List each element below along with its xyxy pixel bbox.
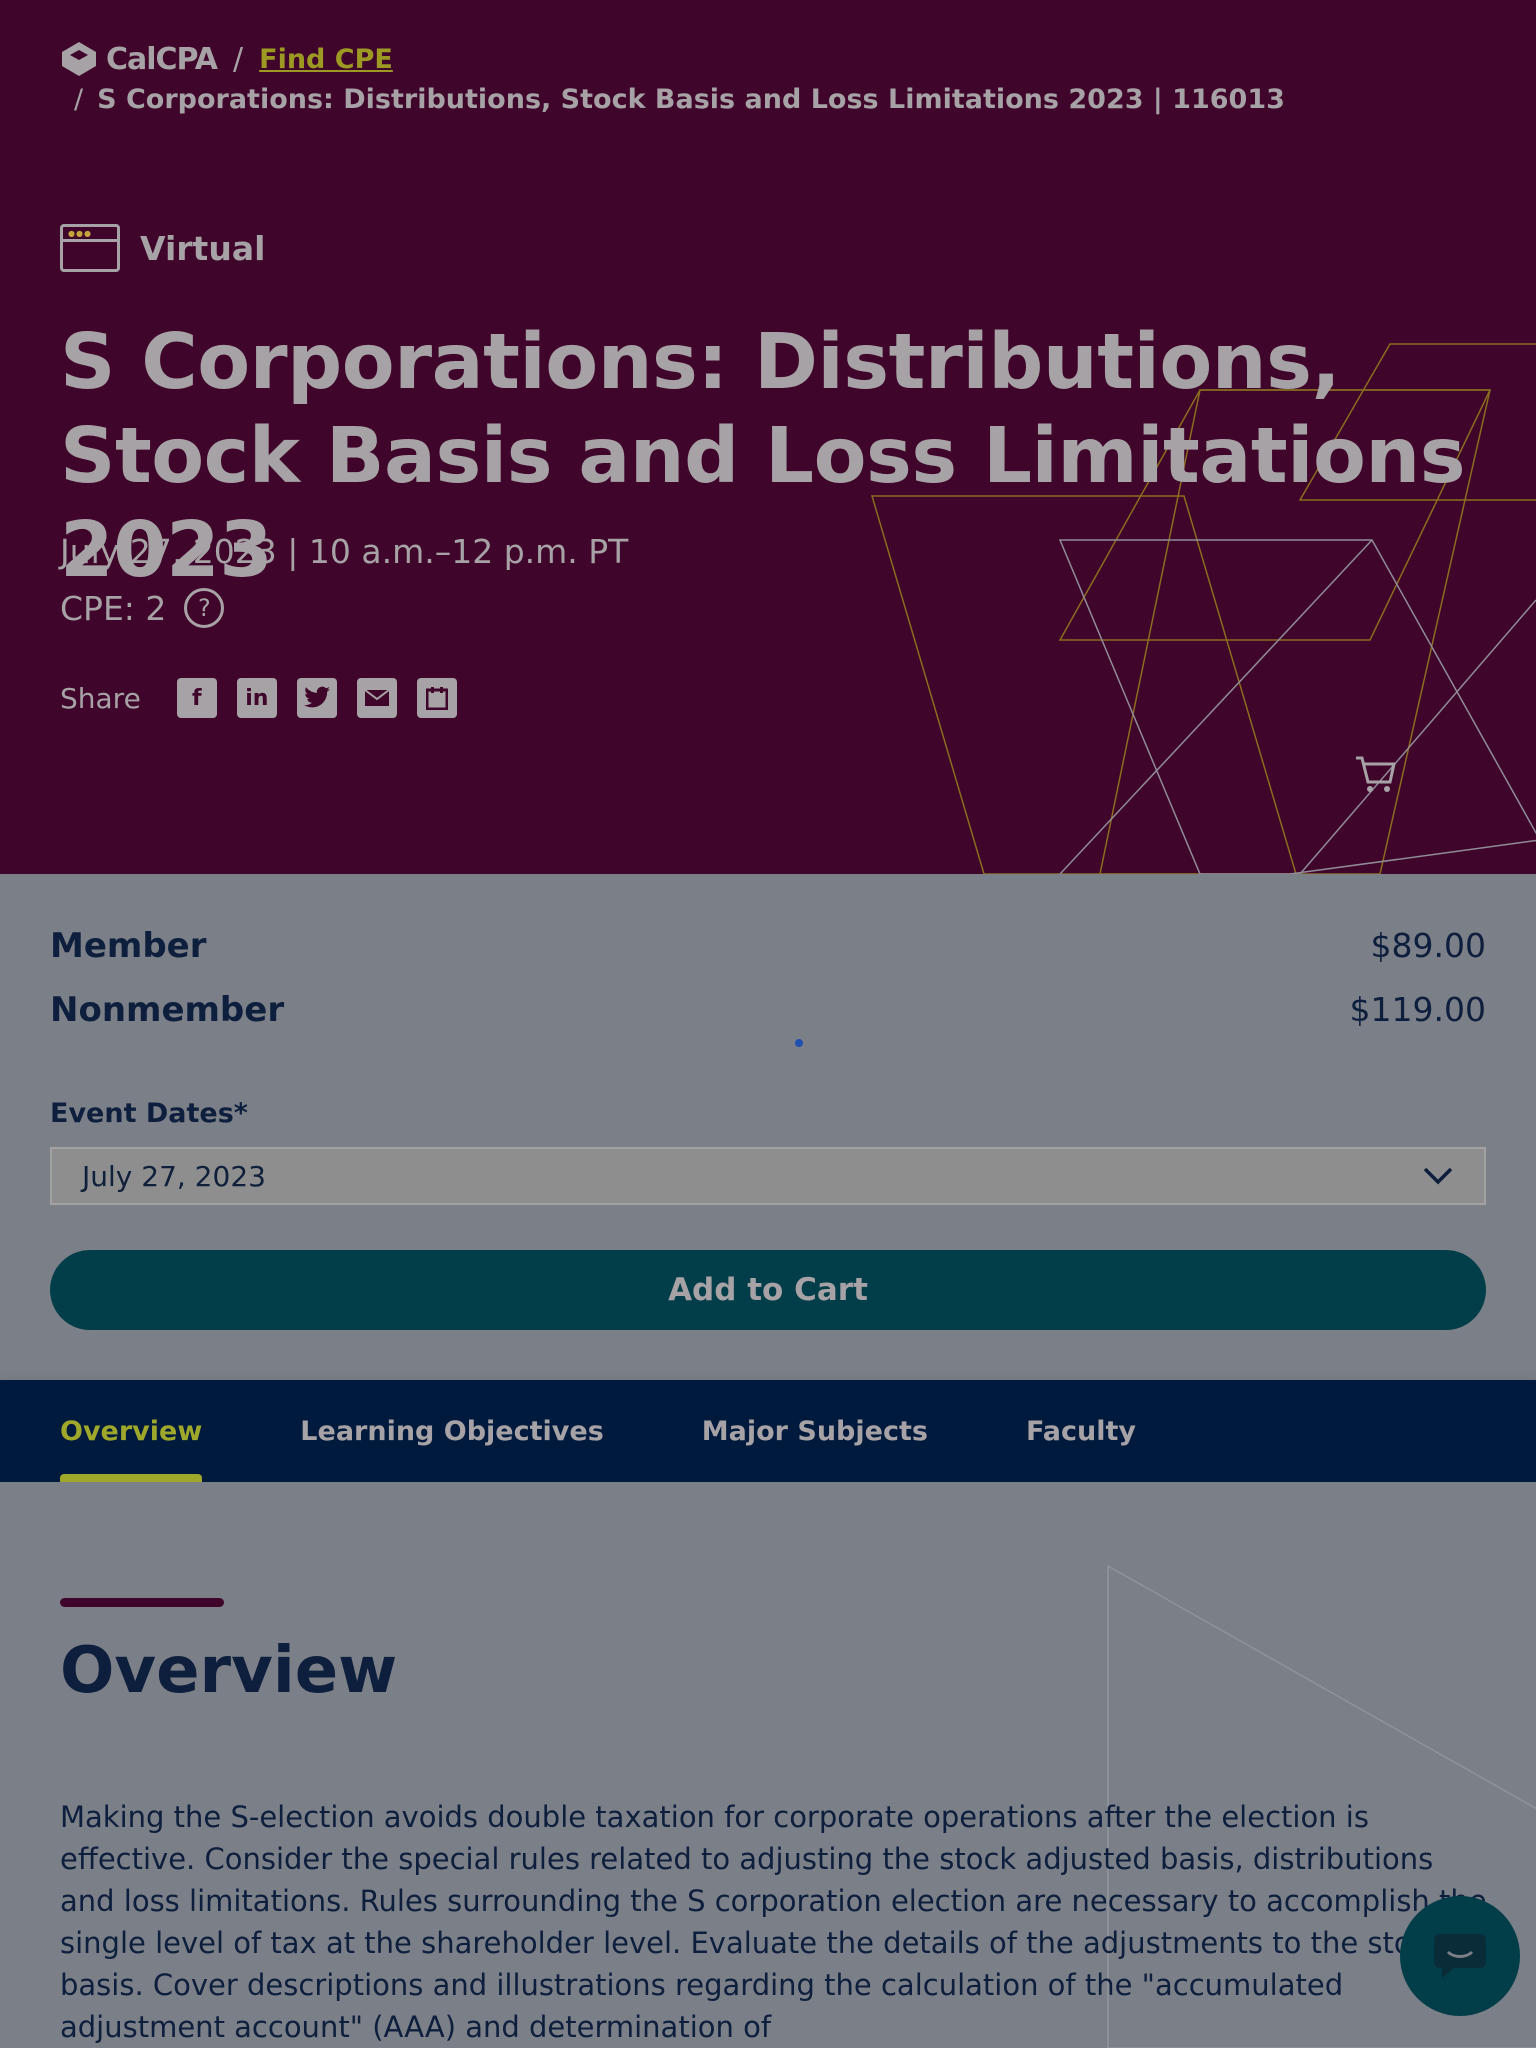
chat-icon xyxy=(1434,1934,1486,1978)
event-hero: CalCPA / Find CPE / S Corporations: Dist… xyxy=(0,0,1536,874)
calendar-icon[interactable] xyxy=(416,678,457,718)
event-date-value: July 27, 2023 xyxy=(82,1159,266,1193)
chevron-down-icon xyxy=(1423,1167,1453,1185)
share-bar: Share f in xyxy=(60,678,457,718)
event-date-time: July 27, 2023 | 10 a.m.–12 p.m. PT xyxy=(60,532,629,571)
nonmember-label: Nonmember xyxy=(50,990,285,1030)
event-date-select[interactable]: July 27, 2023 xyxy=(50,1147,1486,1205)
overview-heading: Overview xyxy=(60,1634,398,1708)
event-dates-label: Event Dates* xyxy=(50,1098,248,1129)
facebook-icon[interactable]: f xyxy=(176,678,217,718)
nonmember-price-row: Nonmember $119.00 xyxy=(50,990,1486,1030)
cart-icon[interactable] xyxy=(1354,752,1398,796)
linkedin-icon[interactable]: in xyxy=(236,678,277,718)
event-format: ●●● Virtual xyxy=(60,224,265,272)
breadcrumb: CalCPA / Find CPE / S Corporations: Dist… xyxy=(60,40,1285,115)
member-price-row: Member $89.00 xyxy=(50,926,1486,966)
breadcrumb-current: S Corporations: Distributions, Stock Bas… xyxy=(97,84,1285,115)
email-icon[interactable] xyxy=(356,678,397,718)
help-icon[interactable]: ? xyxy=(184,588,225,628)
tab-overview[interactable]: Overview xyxy=(60,1380,203,1482)
tab-faculty[interactable]: Faculty xyxy=(1026,1380,1136,1482)
member-label: Member xyxy=(50,926,207,966)
member-price: $89.00 xyxy=(1370,926,1486,965)
share-label: Share xyxy=(60,681,141,715)
breadcrumb-separator: / xyxy=(233,41,244,77)
calcpa-logo-icon[interactable] xyxy=(60,40,98,78)
overview-section: Overview Making the S-election avoids do… xyxy=(0,1482,1536,2048)
add-to-cart-button[interactable]: Add to Cart xyxy=(50,1250,1486,1330)
breadcrumb-separator: / xyxy=(74,84,84,115)
twitter-icon[interactable] xyxy=(296,678,337,718)
loading-indicator xyxy=(795,1039,803,1047)
tab-learning-objectives[interactable]: Learning Objectives xyxy=(300,1380,603,1482)
section-tabs: Overview Learning Objectives Major Subje… xyxy=(0,1380,1536,1482)
cpe-label: CPE: 2 xyxy=(60,588,167,628)
breadcrumb-find-cpe-link[interactable]: Find CPE xyxy=(259,44,393,75)
cpe-credits: CPE: 2 ? xyxy=(60,588,225,628)
pricing-panel: Member $89.00 Nonmember $119.00 Event Da… xyxy=(0,874,1536,1380)
logo-text[interactable]: CalCPA xyxy=(106,42,218,77)
tab-major-subjects[interactable]: Major Subjects xyxy=(702,1380,928,1482)
format-label: Virtual xyxy=(140,228,266,268)
chat-button[interactable] xyxy=(1400,1896,1520,2016)
nonmember-price: $119.00 xyxy=(1349,990,1486,1029)
section-accent-rule xyxy=(60,1598,224,1607)
overview-body: Making the S-election avoids double taxa… xyxy=(60,1800,1487,2044)
virtual-browser-icon: ●●● xyxy=(60,224,120,272)
